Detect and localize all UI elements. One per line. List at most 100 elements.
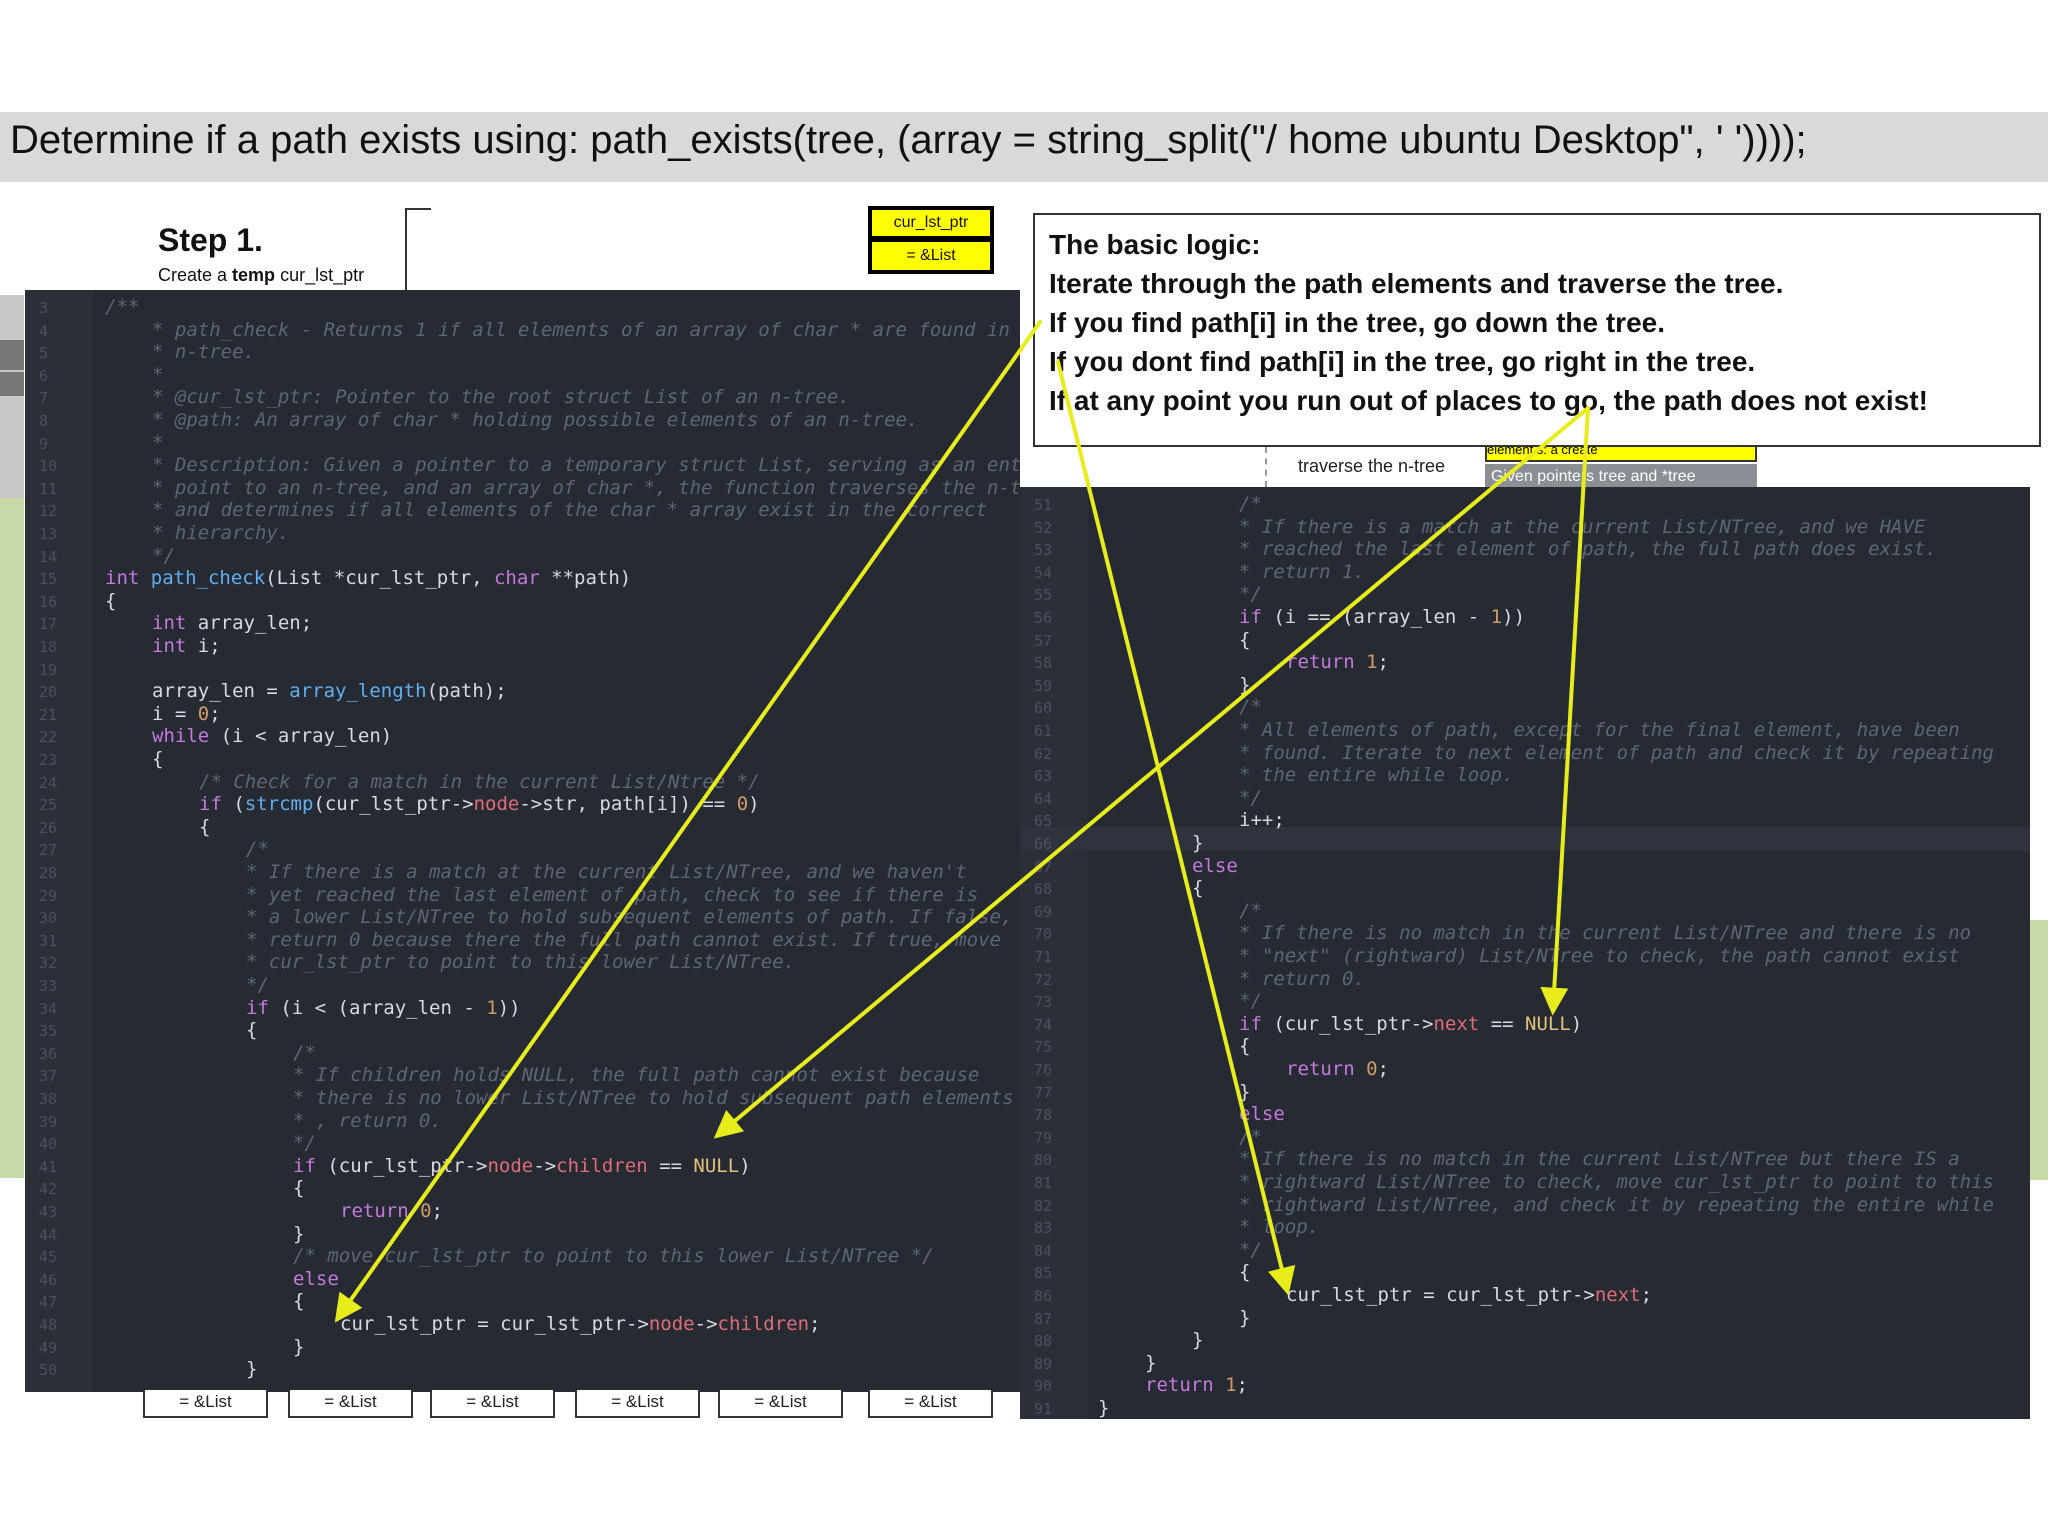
line-number: 39 bbox=[39, 1112, 58, 1131]
code-line: i++; bbox=[1239, 809, 1285, 832]
code-line: cur_lst_ptr = cur_lst_ptr->node->childre… bbox=[340, 1313, 821, 1335]
line-number: 68 bbox=[1034, 880, 1053, 899]
code-line: array_len = array_length(path); bbox=[152, 680, 507, 703]
list-slot: = &List bbox=[430, 1390, 555, 1418]
line-number: 66 bbox=[1034, 835, 1053, 853]
line-number: 33 bbox=[39, 977, 58, 995]
line-number: 59 bbox=[1034, 676, 1053, 695]
page-title: Determine if a path exists using: path_e… bbox=[10, 118, 1807, 162]
code-line: /* bbox=[293, 1041, 316, 1064]
code-line: * bbox=[152, 363, 164, 386]
left-code-editor: 3/** 4 * path_check - Returns 1 if all ele… bbox=[25, 290, 1020, 1392]
line-number: 80 bbox=[1034, 1151, 1053, 1170]
code-line: /* bbox=[1239, 696, 1262, 719]
code-line: * return 0 because there the full path c… bbox=[246, 928, 1001, 951]
title-bar: Determine if a path exists using: path_e… bbox=[0, 112, 2048, 182]
code-line: * return 1. bbox=[1239, 560, 1365, 583]
line-number: 42 bbox=[39, 1180, 58, 1199]
line-number: 28 bbox=[39, 864, 58, 882]
code-line: if (i == (array_len - 1)) bbox=[1239, 606, 1526, 628]
code-line: * If there is a match at the current Lis… bbox=[246, 861, 967, 883]
code-line: * If there is a match at the current Lis… bbox=[1239, 515, 1926, 538]
line-number: 27 bbox=[39, 841, 58, 860]
line-number: 35 bbox=[39, 1022, 58, 1041]
line-number: 91 bbox=[1034, 1400, 1053, 1418]
line-number: 56 bbox=[1034, 609, 1053, 627]
line-number: 75 bbox=[1034, 1038, 1053, 1057]
code-line: /* Check for a match in the current List… bbox=[199, 770, 760, 793]
code-line: * rightward List/NTree to check, move cu… bbox=[1239, 1171, 1994, 1193]
code-line: */ bbox=[293, 1132, 316, 1155]
code-line: * a lower List/NTree to hold subsequent … bbox=[246, 906, 1013, 929]
code-line: { bbox=[246, 1019, 258, 1042]
line-number: 51 bbox=[1034, 496, 1053, 514]
line-number: 20 bbox=[39, 683, 58, 702]
code-line: * path_check - Returns 1 if all elements… bbox=[152, 318, 1020, 341]
code-line: * If there is no match in the current Li… bbox=[1239, 922, 1972, 945]
code-line: * hierarchy. bbox=[152, 522, 290, 544]
line-number: 34 bbox=[39, 999, 58, 1018]
code-line: { bbox=[293, 1177, 305, 1200]
code-line: * reached the last element of path, the … bbox=[1239, 538, 1937, 561]
code-line: * Description: Given a pointer to a temp… bbox=[152, 454, 1020, 477]
line-number: 3 bbox=[39, 299, 49, 317]
line-number: 43 bbox=[39, 1203, 58, 1221]
cur-lst-ptr-box: cur_lst_ptr bbox=[868, 206, 994, 240]
line-number: 25 bbox=[39, 796, 58, 815]
line-number: 86 bbox=[1034, 1287, 1053, 1305]
list-slot: = &List bbox=[718, 1390, 843, 1418]
code-line: /* bbox=[1239, 493, 1262, 515]
line-number: 70 bbox=[1034, 925, 1053, 944]
line-number: 12 bbox=[39, 502, 58, 521]
code-line: * loop. bbox=[1239, 1216, 1320, 1239]
line-number: 14 bbox=[39, 547, 58, 566]
code-line: else bbox=[293, 1267, 339, 1290]
code-line: int i; bbox=[152, 635, 221, 657]
code-line: else bbox=[1239, 1103, 1285, 1126]
line-number: 45 bbox=[39, 1248, 58, 1267]
code-line: { bbox=[1239, 1261, 1251, 1284]
line-number: 24 bbox=[39, 773, 58, 792]
code-line: */ bbox=[1239, 1238, 1262, 1261]
traverse-label: traverse the n-tree bbox=[1298, 456, 1446, 476]
line-number: 73 bbox=[1034, 993, 1053, 1012]
code-line: return 0; bbox=[1286, 1058, 1389, 1080]
line-number: 16 bbox=[39, 592, 58, 611]
code-line: return 1; bbox=[1286, 651, 1389, 674]
code-line: { bbox=[199, 815, 211, 838]
list-slot: = &List bbox=[575, 1390, 700, 1418]
step-subtitle-prefix: Create a bbox=[158, 265, 233, 285]
code-line: } bbox=[246, 1358, 258, 1381]
line-number: 81 bbox=[1034, 1174, 1053, 1192]
code-line: cur_lst_ptr = cur_lst_ptr->next; bbox=[1286, 1284, 1653, 1306]
list-slot: = &List bbox=[868, 1390, 993, 1418]
line-number: 23 bbox=[39, 751, 58, 769]
line-number: 69 bbox=[1034, 902, 1053, 921]
line-number: 58 bbox=[1034, 654, 1053, 673]
code-line: } bbox=[1145, 1351, 1157, 1374]
line-number: 54 bbox=[1034, 563, 1053, 582]
code-line: * the entire while loop. bbox=[1239, 764, 1514, 787]
code-line: * @path: An array of char * holding poss… bbox=[152, 409, 919, 431]
line-number: 84 bbox=[1034, 1241, 1053, 1260]
line-number: 21 bbox=[39, 705, 58, 724]
code-line: */ bbox=[1239, 583, 1262, 606]
line-number: 11 bbox=[39, 479, 58, 498]
list-slot: = &List bbox=[288, 1390, 413, 1418]
code-line: * yet reached the last element of path, … bbox=[246, 883, 979, 906]
line-number: 10 bbox=[39, 457, 58, 476]
line-number: 38 bbox=[39, 1090, 58, 1108]
line-number: 74 bbox=[1034, 1015, 1053, 1034]
code-line: * bbox=[152, 431, 164, 454]
logic-line-1: Iterate through the path elements and tr… bbox=[1049, 268, 1784, 299]
logic-line-3: If you dont find path[i] in the tree, go… bbox=[1049, 346, 1756, 377]
code-line: * return 0. bbox=[1239, 967, 1365, 990]
line-number: 18 bbox=[39, 638, 58, 656]
code-line: * rightward List/NTree, and check it by … bbox=[1239, 1193, 1994, 1216]
line-number: 63 bbox=[1034, 767, 1053, 786]
code-line: * @cur_lst_ptr: Pointer to the root stru… bbox=[152, 386, 850, 409]
current-line-highlight bbox=[1020, 827, 2030, 851]
code-line: * "next" (rightward) List/NTree to check… bbox=[1239, 945, 1960, 967]
logic-line-4: If at any point you run out of places to… bbox=[1049, 385, 1928, 416]
code-line: } bbox=[1192, 1329, 1204, 1352]
